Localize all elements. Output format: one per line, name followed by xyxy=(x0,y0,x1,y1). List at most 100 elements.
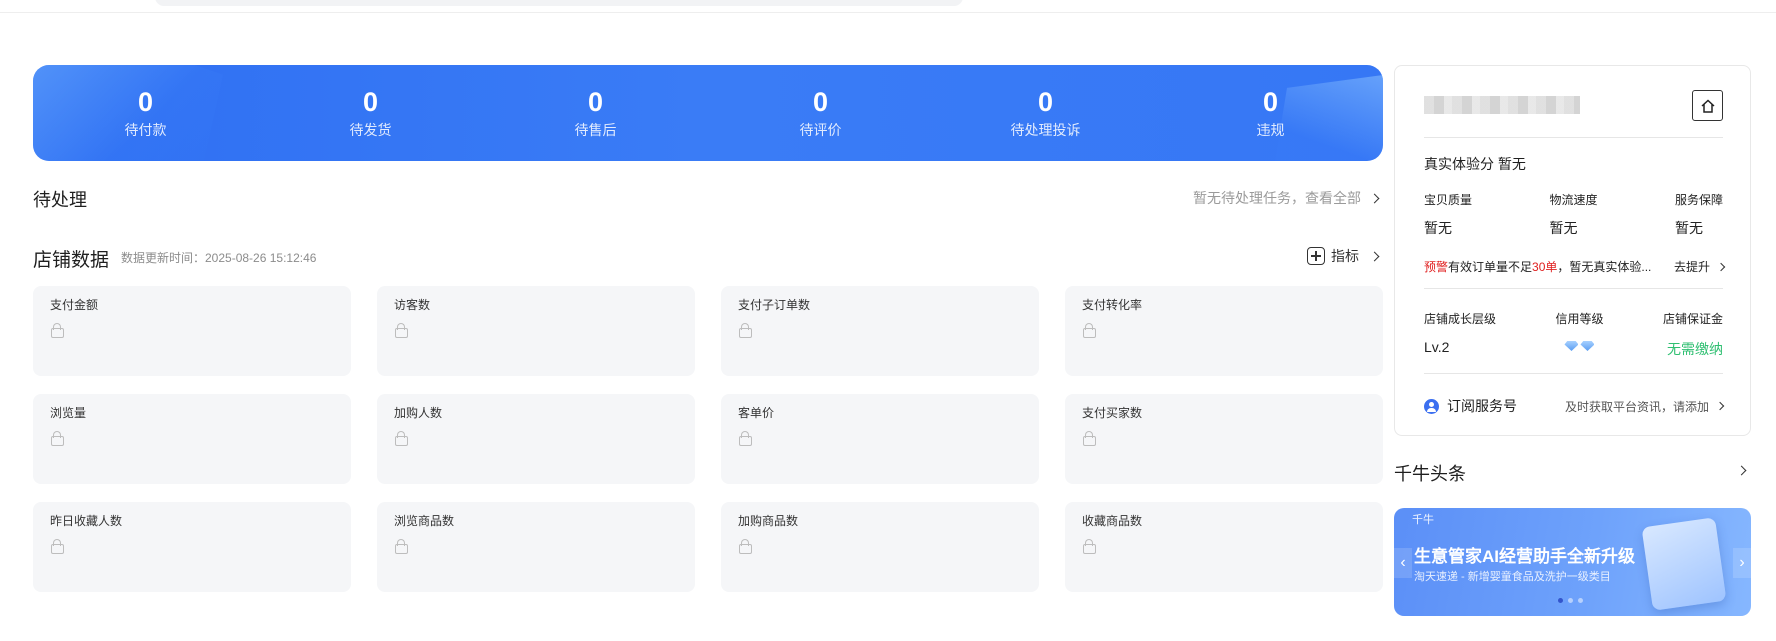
lock-icon xyxy=(738,323,752,338)
top-search-bar[interactable] xyxy=(155,0,963,6)
metric-card[interactable]: 支付买家数 xyxy=(1065,394,1383,484)
lock-icon xyxy=(1082,323,1096,338)
metric-card[interactable]: 支付金额 xyxy=(33,286,351,376)
shop-home-button[interactable] xyxy=(1692,90,1723,121)
metric-card[interactable]: 访客数 xyxy=(377,286,695,376)
user-icon xyxy=(1424,398,1439,414)
news-title: 千牛头条 xyxy=(1394,464,1466,484)
shop-info-panel: 真实体验分 暂无 宝贝质量 暂无 物流速度 暂无 服务保障 暂无 预警有效订单量… xyxy=(1394,65,1751,436)
chevron-right-icon xyxy=(1716,262,1726,271)
metric-card[interactable]: 浏览商品数 xyxy=(377,502,695,592)
metric-label: 浏览商品数 xyxy=(394,514,455,528)
warning-line: 预警有效订单量不足30单，暂无真实体验... 去提升 xyxy=(1424,258,1726,275)
metric-label: 客单价 xyxy=(738,406,775,420)
stat-pending-shipment[interactable]: 0 待发货 xyxy=(258,65,483,161)
subscribe-left: 订阅服务号 xyxy=(1424,396,1517,416)
subscribe-service-row[interactable]: 订阅服务号 及时获取平台资讯，请添加 xyxy=(1424,396,1725,416)
metric-card[interactable]: 浏览量 xyxy=(33,394,351,484)
lock-icon xyxy=(1082,431,1096,446)
experience-value: 暂无 xyxy=(1497,156,1526,172)
lock-icon xyxy=(394,539,408,554)
warning-text-1: 有效订单量不足 xyxy=(1448,260,1533,274)
plus-square-icon xyxy=(1307,247,1325,265)
banner-brand: 千牛 xyxy=(1412,514,1434,526)
warning-count: 30单 xyxy=(1532,260,1558,274)
metric-card[interactable]: 加购人数 xyxy=(377,394,695,484)
growth-level[interactable]: 店铺成长层级 Lv.2 xyxy=(1424,310,1496,359)
metric-label: 收藏商品数 xyxy=(1082,514,1143,528)
pending-link-text: 暂无待处理任务，查看全部 xyxy=(1193,190,1361,206)
sub-score-logistics: 物流速度 暂无 xyxy=(1549,191,1597,238)
metric-label: 访客数 xyxy=(394,298,431,312)
metric-card[interactable]: 加购商品数 xyxy=(721,502,1039,592)
metrics-button[interactable]: 指标 xyxy=(1307,246,1380,266)
improve-link[interactable]: 去提升 xyxy=(1673,258,1726,275)
sub-score-label: 服务保障 xyxy=(1674,193,1723,207)
shop-deposit[interactable]: 店铺保证金 无需缴纳 xyxy=(1663,310,1723,359)
stat-pending-aftersale[interactable]: 0 待售后 xyxy=(483,65,708,161)
lock-icon xyxy=(50,539,64,554)
stat-label: 待评价 xyxy=(799,122,842,138)
stat-label: 待售后 xyxy=(574,122,617,138)
chevron-right-icon xyxy=(1715,401,1725,411)
sub-score-value: 暂无 xyxy=(1549,220,1578,236)
stat-value: 0 xyxy=(362,87,379,117)
metric-label: 加购人数 xyxy=(394,406,443,420)
stat-pending-complaints[interactable]: 0 待处理投诉 xyxy=(933,65,1158,161)
stat-label: 违规 xyxy=(1256,122,1285,138)
topbar-divider xyxy=(0,12,1776,13)
sub-scores: 宝贝质量 暂无 物流速度 暂无 服务保障 暂无 xyxy=(1424,191,1723,238)
warning-text-2: ，暂无真实体验... xyxy=(1557,260,1652,274)
credit-diamonds xyxy=(1564,341,1595,351)
metric-card[interactable]: 支付子订单数 xyxy=(721,286,1039,376)
sub-score-service: 服务保障 暂无 xyxy=(1675,191,1723,238)
sub-score-value: 暂无 xyxy=(1674,220,1703,236)
sub-score-label: 物流速度 xyxy=(1549,193,1598,207)
stat-violations[interactable]: 0 违规 xyxy=(1158,65,1383,161)
growth-label: 店铺成长层级 xyxy=(1424,312,1497,326)
stat-label: 待处理投诉 xyxy=(1010,122,1081,138)
store-data-title: 店铺数据 xyxy=(33,250,110,271)
deposit-value: 无需缴纳 xyxy=(1666,341,1723,357)
divider xyxy=(1424,288,1723,289)
shop-name-redacted xyxy=(1424,96,1580,114)
subscribe-label: 订阅服务号 xyxy=(1447,398,1517,414)
chevron-right-icon[interactable] xyxy=(1736,465,1747,476)
lock-icon xyxy=(50,431,64,446)
update-time: 数据更新时间：2025-08-26 15:12:46 xyxy=(121,251,317,265)
news-banner[interactable]: 千牛 生意管家AI经营助手全新升级 淘天速递 - 新增婴童食品及洗护一级类目 ‹… xyxy=(1394,508,1751,616)
metrics-grid: 支付金额 访客数 支付子订单数 支付转化率 浏览量 加购人数 客单价 支付买家数… xyxy=(33,286,1383,592)
carousel-dot[interactable] xyxy=(1578,598,1583,603)
credit-level[interactable]: 信用等级 xyxy=(1555,310,1604,359)
stat-pending-review[interactable]: 0 待评价 xyxy=(708,65,933,161)
stat-value: 0 xyxy=(812,87,829,117)
carousel-next-icon[interactable]: › xyxy=(1733,548,1751,578)
metrics-label: 指标 xyxy=(1331,248,1359,264)
carousel-dot[interactable] xyxy=(1568,598,1573,603)
lock-icon xyxy=(50,323,64,338)
subscribe-right: 及时获取平台资讯，请添加 xyxy=(1565,398,1725,415)
metric-card[interactable]: 客单价 xyxy=(721,394,1039,484)
divider xyxy=(1424,373,1723,374)
stat-value: 0 xyxy=(137,87,154,117)
metric-card[interactable]: 支付转化率 xyxy=(1065,286,1383,376)
warning-text: 预警有效订单量不足30单，暂无真实体验... xyxy=(1424,258,1651,275)
diamond-icon xyxy=(1564,341,1579,351)
experience-score: 真实体验分 暂无 xyxy=(1424,154,1526,174)
lock-icon xyxy=(394,323,408,338)
stat-label: 待付款 xyxy=(124,122,167,138)
lock-icon xyxy=(738,539,752,554)
chevron-right-icon xyxy=(1369,251,1380,261)
improve-label: 去提升 xyxy=(1673,260,1710,274)
carousel-prev-icon[interactable]: ‹ xyxy=(1394,548,1412,578)
metric-label: 加购商品数 xyxy=(738,514,799,528)
deposit-label: 店铺保证金 xyxy=(1662,312,1723,326)
metric-card[interactable]: 昨日收藏人数 xyxy=(33,502,351,592)
lock-icon xyxy=(738,431,752,446)
growth-value: Lv.2 xyxy=(1424,339,1450,355)
view-all-pending-link[interactable]: 暂无待处理任务，查看全部 xyxy=(1193,188,1380,208)
metric-card[interactable]: 收藏商品数 xyxy=(1065,502,1383,592)
sub-score-quality: 宝贝质量 暂无 xyxy=(1424,191,1472,238)
stat-pending-payment[interactable]: 0 待付款 xyxy=(33,65,258,161)
carousel-dot[interactable] xyxy=(1558,598,1563,603)
